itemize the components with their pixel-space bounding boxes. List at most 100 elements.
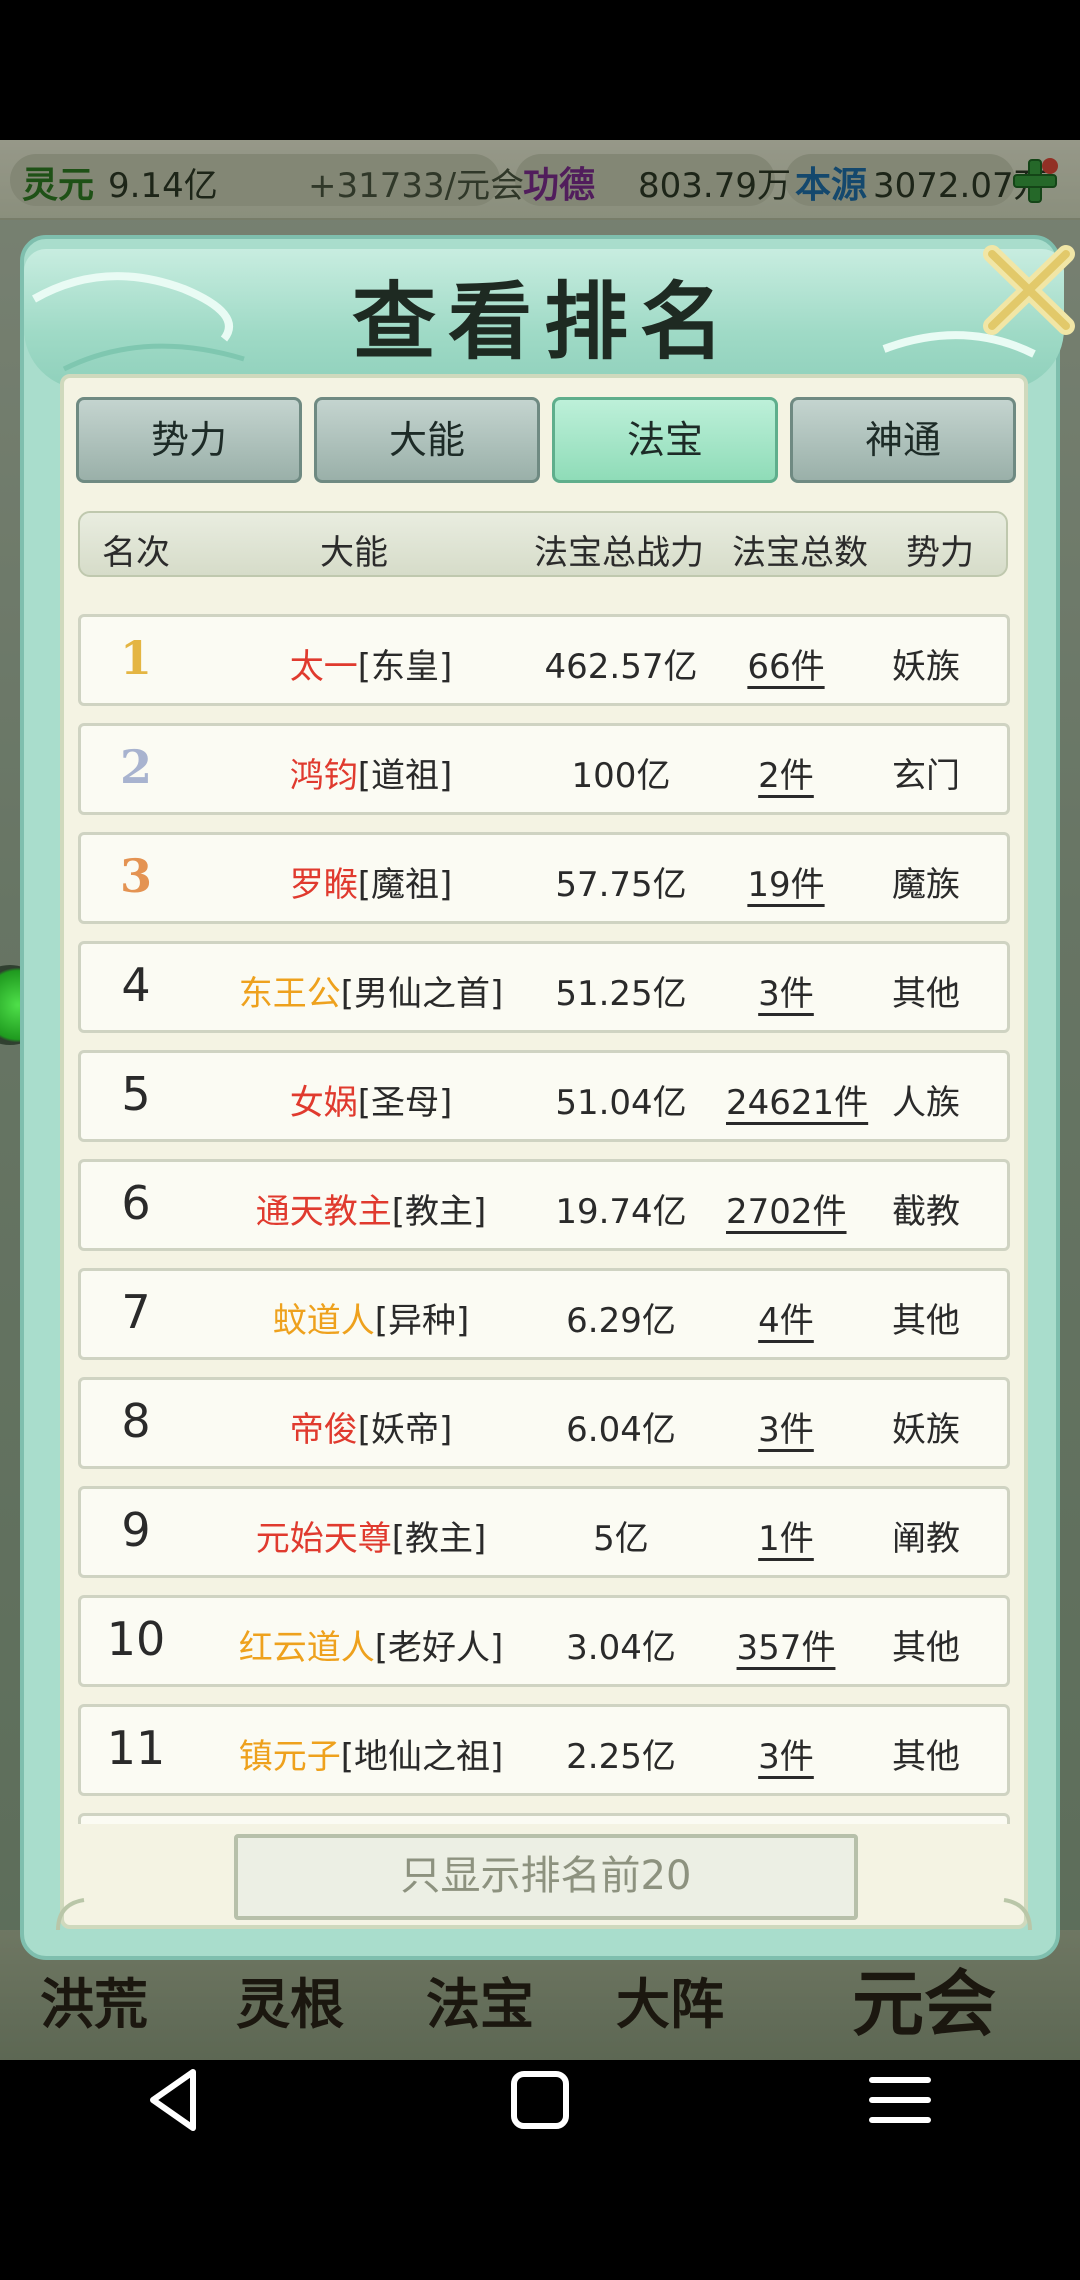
name-cell: 镇元子[地仙之祖] <box>221 1729 521 1778</box>
rank-number: 4 <box>121 958 151 1012</box>
character-title: [地仙之祖] <box>340 1737 504 1777</box>
total-power: 51.25亿 <box>555 974 687 1014</box>
total-power: 6.04亿 <box>566 1410 676 1450</box>
character-name: 蚊道人 <box>272 1301 375 1341</box>
character-name: 罗睺 <box>289 865 358 905</box>
dialog-title: 查看排名 <box>351 272 736 371</box>
rank-number: 6 <box>121 1176 151 1230</box>
close-x-icon[interactable] <box>974 234 1080 344</box>
treasure-count-link[interactable]: 3件 <box>726 1402 846 1451</box>
total-power: 51.04亿 <box>555 1083 687 1123</box>
character-name: 红云道人 <box>238 1628 375 1668</box>
corner-ornament-icon <box>56 1898 85 1931</box>
character-title: [异种] <box>374 1301 470 1341</box>
faction: 截教 <box>892 1192 960 1232</box>
faction: 其他 <box>892 974 960 1014</box>
tab-shentong[interactable]: 神通 <box>790 397 1016 483</box>
ranking-row[interactable]: 3 罗睺[魔祖] 57.75亿 19件 魔族 <box>78 832 1010 924</box>
faction: 阐教 <box>892 1519 960 1559</box>
treasure-count-link[interactable]: 3件 <box>726 1729 846 1778</box>
name-cell: 元始天尊[教主] <box>221 1511 521 1560</box>
total-power: 100亿 <box>571 756 671 796</box>
treasure-count-link[interactable]: 2702件 <box>726 1184 847 1233</box>
total-power: 2.25亿 <box>566 1737 676 1777</box>
rank-number: 10 <box>106 1612 166 1666</box>
total-power: 19.74亿 <box>555 1192 687 1232</box>
home-icon[interactable] <box>500 2060 580 2140</box>
show-top20-button[interactable]: 只显示排名前20 <box>234 1834 858 1920</box>
ranking-row[interactable]: 9 元始天尊[教主] 5亿 1件 阐教 <box>78 1486 1010 1578</box>
back-icon[interactable] <box>135 2060 215 2140</box>
rank-number: 8 <box>121 1394 151 1448</box>
rank-number: 2 <box>119 740 152 794</box>
rank-number: 9 <box>121 1503 151 1557</box>
rank-number: 1 <box>119 631 152 685</box>
ranking-row[interactable]: 11 镇元子[地仙之祖] 2.25亿 3件 其他 <box>78 1704 1010 1796</box>
character-name: 东王公 <box>238 974 341 1014</box>
ranking-row[interactable]: 8 帝俊[妖帝] 6.04亿 3件 妖族 <box>78 1377 1010 1469</box>
column-header: 名次 大能 法宝总战力 法宝总数 势力 <box>78 511 1008 577</box>
ranking-row[interactable]: 5 女娲[圣母] 51.04亿 24621件 人族 <box>78 1050 1010 1142</box>
treasure-count-link[interactable]: 4件 <box>726 1293 846 1342</box>
name-cell: 罗睺[魔祖] <box>221 857 521 906</box>
menu-icon[interactable] <box>860 2060 940 2140</box>
character-name: 通天教主 <box>255 1192 392 1232</box>
character-name: 鸿钧 <box>289 756 358 796</box>
name-cell: 女娲[圣母] <box>221 1075 521 1124</box>
treasure-count-link[interactable]: 2件 <box>726 748 846 797</box>
ranking-dialog: 查看排名 势力 大能 法宝 神通 名次 大能 法宝总战力 法宝总数 势力 1 太一… <box>20 235 1075 1960</box>
faction: 妖族 <box>892 1410 960 1450</box>
faction: 妖族 <box>892 647 960 687</box>
tab-shili[interactable]: 势力 <box>76 397 302 483</box>
character-name: 镇元子 <box>238 1737 341 1777</box>
character-name: 女娲 <box>289 1083 358 1123</box>
character-name: 元始天尊 <box>255 1519 392 1559</box>
character-title: [老好人] <box>374 1628 504 1668</box>
ranking-row[interactable]: 1 太一[东皇] 462.57亿 66件 妖族 <box>78 614 1010 706</box>
character-title: [圣母] <box>357 1083 453 1123</box>
ranking-row[interactable]: 7 蚊道人[异种] 6.29亿 4件 其他 <box>78 1268 1010 1360</box>
total-power: 5亿 <box>593 1519 649 1559</box>
faction: 其他 <box>892 1301 960 1341</box>
ranking-row[interactable]: 4 东王公[男仙之首] 51.25亿 3件 其他 <box>78 941 1010 1033</box>
ranking-row[interactable]: 2 鸿钧[道祖] 100亿 2件 玄门 <box>78 723 1010 815</box>
treasure-count-link[interactable]: 357件 <box>726 1620 846 1669</box>
name-cell: 东王公[男仙之首] <box>221 966 521 1015</box>
rank-number: 11 <box>106 1721 166 1775</box>
character-name: 帝俊 <box>289 1410 358 1450</box>
ranking-list[interactable]: 1 太一[东皇] 462.57亿 66件 妖族 2 鸿钧[道祖] 100亿 2件 玄门 3 罗睺[魔祖… <box>78 604 1010 1824</box>
faction: 其他 <box>892 1737 960 1777</box>
name-cell: 鸿钧[道祖] <box>221 748 521 797</box>
treasure-count-link[interactable]: 66件 <box>726 639 846 688</box>
faction: 人族 <box>892 1083 960 1123</box>
tab-fabao[interactable]: 法宝 <box>552 397 778 483</box>
total-power: 462.57亿 <box>544 647 698 687</box>
name-cell: 蚊道人[异种] <box>221 1293 521 1342</box>
tab-daneng[interactable]: 大能 <box>314 397 540 483</box>
character-title: [道祖] <box>357 756 453 796</box>
faction: 玄门 <box>892 756 960 796</box>
ranking-row[interactable] <box>78 1813 1010 1824</box>
rank-number: 5 <box>121 1067 151 1121</box>
treasure-count-link[interactable]: 1件 <box>726 1511 846 1560</box>
ranking-row[interactable]: 10 红云道人[老好人] 3.04亿 357件 其他 <box>78 1595 1010 1687</box>
corner-ornament-icon <box>1003 1898 1032 1931</box>
col-name: 大能 <box>320 533 388 573</box>
name-cell: 太一[东皇] <box>221 639 521 688</box>
name-cell: 红云道人[老好人] <box>221 1620 521 1669</box>
total-power: 6.29亿 <box>566 1301 676 1341</box>
ranking-row[interactable]: 6 通天教主[教主] 19.74亿 2702件 截教 <box>78 1159 1010 1251</box>
rank-number: 3 <box>119 849 152 903</box>
treasure-count-link[interactable]: 24621件 <box>726 1075 868 1124</box>
total-power: 57.75亿 <box>555 865 687 905</box>
character-name: 太一 <box>289 647 358 687</box>
character-title: [教主] <box>391 1519 487 1559</box>
col-power: 法宝总战力 <box>534 533 704 573</box>
faction: 魔族 <box>892 865 960 905</box>
treasure-count-link[interactable]: 3件 <box>726 966 846 1015</box>
treasure-count-link[interactable]: 19件 <box>726 857 846 906</box>
character-title: [教主] <box>391 1192 487 1232</box>
rank-number: 7 <box>121 1285 151 1339</box>
character-title: [男仙之首] <box>340 974 504 1014</box>
col-count: 法宝总数 <box>732 533 868 573</box>
